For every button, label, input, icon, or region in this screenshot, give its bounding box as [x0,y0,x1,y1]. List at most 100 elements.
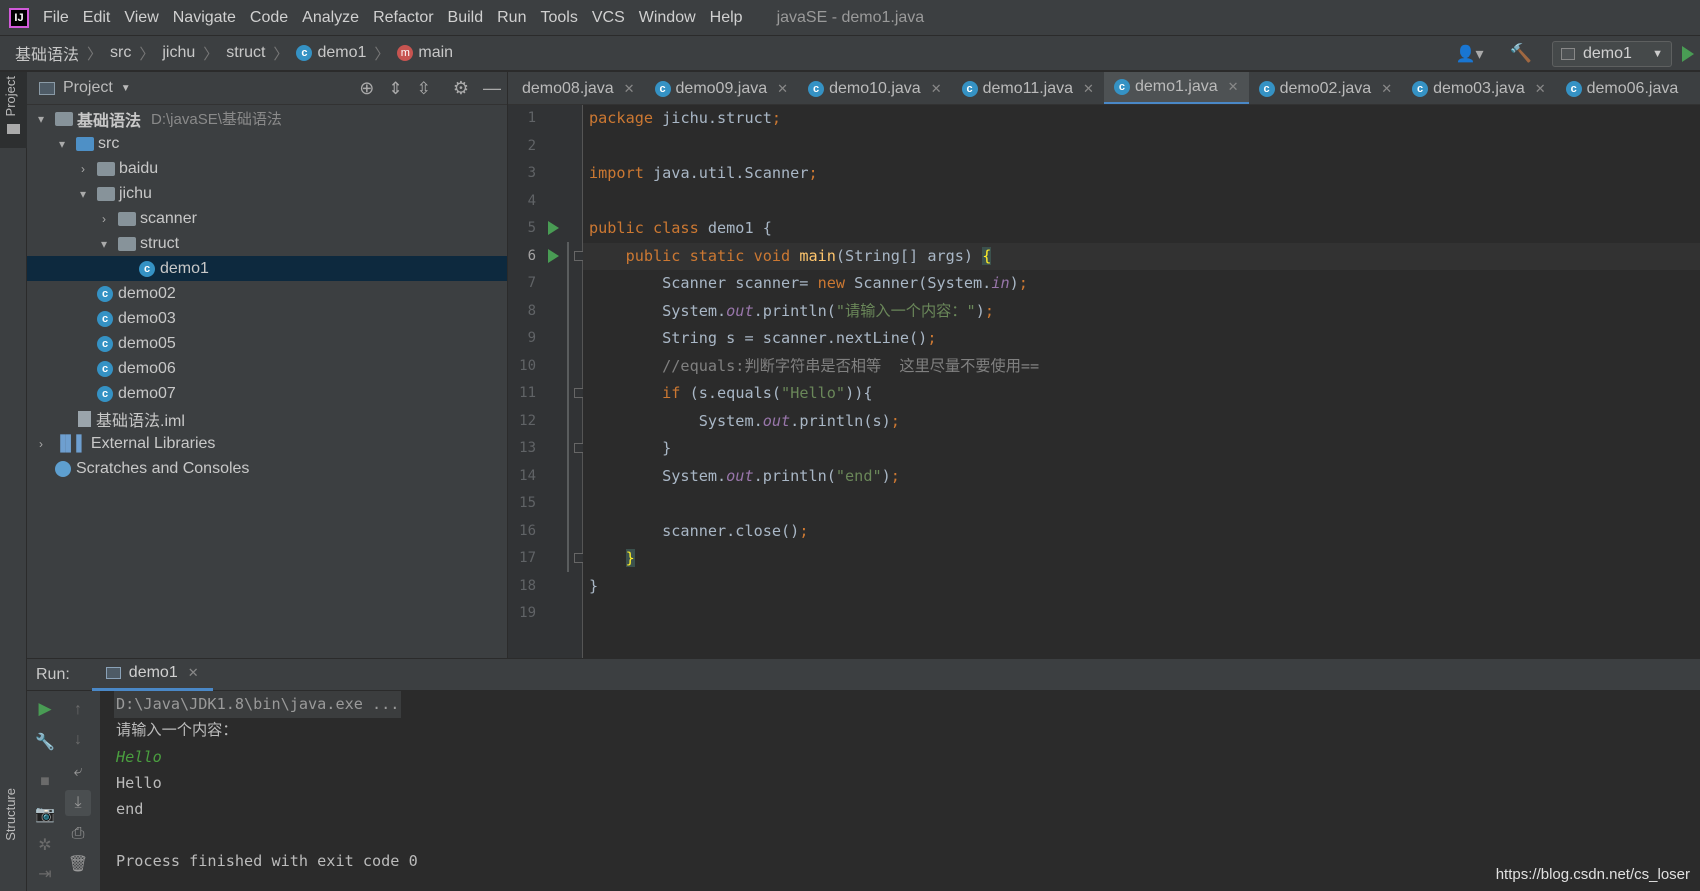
trash-icon[interactable]: 🗑 [67,853,89,875]
project-panel-title[interactable]: Project [63,79,113,97]
exit-icon[interactable]: ⇥ [34,863,56,885]
tree-item-demo1[interactable]: c demo1 [27,256,507,281]
breadcrumb-main[interactable]: m main [391,44,459,62]
tree-item-src[interactable]: ▾ src [27,131,507,156]
tree-item-project-root[interactable]: ▾ 基础语法 D:\javaSE\基础语法 [27,106,507,131]
tree-item-jichu[interactable]: ▾ jichu [27,181,507,206]
project-tree: ▾ 基础语法 D:\javaSE\基础语法 ▾ src › baidu ▾ ji… [27,105,507,481]
print-icon[interactable]: ⎙ [67,823,89,845]
java-class-icon: c [1258,80,1275,97]
code-editor[interactable]: package jichu.struct; import java.util.S… [583,105,1700,658]
camera-icon[interactable]: 📷 [34,803,56,825]
menu-help[interactable]: Help [710,0,743,36]
menu-code[interactable]: Code [250,0,288,36]
chevron-down-icon[interactable]: ▾ [33,112,49,126]
chevron-down-icon[interactable]: ▼ [121,83,131,94]
tab-demo09[interactable]: c demo09.java ✕ [645,72,799,104]
menu-build[interactable]: Build [448,0,484,36]
collapse-all-icon[interactable]: ⇳ [417,79,431,99]
watermark: https://blog.csdn.net/cs_loser [1495,866,1690,883]
wrench-icon[interactable]: 🔧 [34,731,56,753]
close-icon[interactable]: ✕ [1535,81,1546,97]
line-number: 4 [527,192,536,209]
menu-vcs[interactable]: VCS [592,0,625,36]
close-icon[interactable]: ✕ [931,81,942,97]
close-icon[interactable]: ✕ [624,81,635,97]
editor-gutter: 1 2 3 4 5 6 7 8 9 10 11 12 13 14 15 16 1… [508,105,584,658]
run-class-icon[interactable] [548,221,559,235]
chevron-down-icon[interactable]: ▾ [75,187,91,201]
chevron-right-icon[interactable]: › [33,437,49,451]
tab-demo10[interactable]: c demo10.java ✕ [798,72,952,104]
tree-item-demo02[interactable]: c demo02 [27,281,507,306]
expand-all-icon[interactable]: ⇕ [388,79,402,99]
java-class-icon: c [97,385,113,402]
close-icon[interactable]: ✕ [1083,81,1094,97]
tree-item-demo06[interactable]: c demo06 [27,356,507,381]
chevron-down-icon[interactable]: ▾ [96,237,112,251]
rerun-icon[interactable]: ▶ [34,698,56,720]
tree-item-demo07[interactable]: c demo07 [27,381,507,406]
menu-view[interactable]: View [124,0,158,36]
tree-item-label: scanner [140,209,197,227]
minimize-icon[interactable]: — [483,78,501,99]
tab-demo02[interactable]: c demo02.java ✕ [1249,72,1403,104]
tree-item-struct[interactable]: ▾ struct [27,231,507,256]
menu-run[interactable]: Run [497,0,526,36]
menu-tools[interactable]: Tools [540,0,577,36]
java-class-icon: c [654,80,671,97]
menu-analyze[interactable]: Analyze [302,0,359,36]
tab-demo11[interactable]: c demo11.java ✕ [952,72,1104,104]
tree-item-scanner[interactable]: › scanner [27,206,507,231]
arrow-down-icon[interactable]: ↓ [67,729,89,751]
run-method-icon[interactable] [548,249,559,263]
soft-wrap-icon[interactable]: ⤶ [67,761,89,783]
menu-file[interactable]: File [43,0,69,36]
chevron-right-icon[interactable]: › [96,212,112,226]
breadcrumb-src[interactable]: src [104,44,137,62]
bug-icon[interactable]: ✲ [34,834,56,856]
breadcrumb-struct[interactable]: struct [220,44,271,62]
breadcrumb-demo1[interactable]: c demo1 [290,44,372,62]
menu-navigate[interactable]: Navigate [173,0,236,36]
menu-refactor[interactable]: Refactor [373,0,433,36]
tree-item-demo03[interactable]: c demo03 [27,306,507,331]
close-icon[interactable]: ✕ [777,81,788,97]
console-output[interactable]: D:\Java\JDK1.8\bin\java.exe ... 请输入一个内容：… [101,691,1700,891]
scroll-to-end-icon[interactable]: ⤓ [65,790,91,816]
tree-item-baidu[interactable]: › baidu [27,156,507,181]
console-exit-message: Process finished with exit code 0 [116,852,418,870]
code-line: } [589,576,599,595]
tree-item-demo05[interactable]: c demo05 [27,331,507,356]
tree-item-external-libraries[interactable]: › ▐▌▌ External Libraries [27,431,507,456]
tree-item-iml[interactable]: 基础语法.iml [27,406,507,431]
structure-tool-tab[interactable]: Structure [0,782,27,891]
close-icon[interactable]: ✕ [1228,79,1239,95]
menu-window[interactable]: Window [639,0,696,36]
run-tab-demo1[interactable]: demo1 ✕ [91,658,213,691]
line-number: 6 [527,247,536,264]
tab-demo1[interactable]: c demo1.java ✕ [1103,72,1249,104]
tab-demo03[interactable]: c demo03.java ✕ [1402,72,1556,104]
arrow-up-icon[interactable]: ↑ [67,699,89,721]
breadcrumb-project[interactable]: 基础语法 [0,41,85,65]
close-icon[interactable]: ✕ [1381,81,1392,97]
chevron-down-icon[interactable]: ▾ [54,137,70,151]
chevron-right-icon[interactable]: › [75,162,91,176]
tab-demo08[interactable]: demo08.java ✕ [508,72,645,104]
tree-item-scratches[interactable]: Scratches and Consoles [27,456,507,481]
stop-icon[interactable]: ■ [34,771,56,793]
menu-edit[interactable]: Edit [83,0,111,36]
run-config-select[interactable]: demo1 ▼ [1552,40,1672,67]
line-number: 5 [527,220,536,236]
build-hammer-icon[interactable]: 🔨 [1510,43,1532,64]
user-icon[interactable]: 👤▾ [1456,44,1484,64]
console-output-line: Hello [116,774,162,792]
gear-icon[interactable]: ⚙ [453,78,469,99]
close-icon[interactable]: ✕ [188,665,199,681]
locate-icon[interactable]: ⊕ [359,78,374,99]
breadcrumb-jichu[interactable]: jichu [156,44,201,62]
project-tool-tab[interactable]: Project [0,72,27,148]
tab-demo06[interactable]: c demo06.java [1556,72,1689,104]
run-button[interactable] [1682,45,1694,62]
